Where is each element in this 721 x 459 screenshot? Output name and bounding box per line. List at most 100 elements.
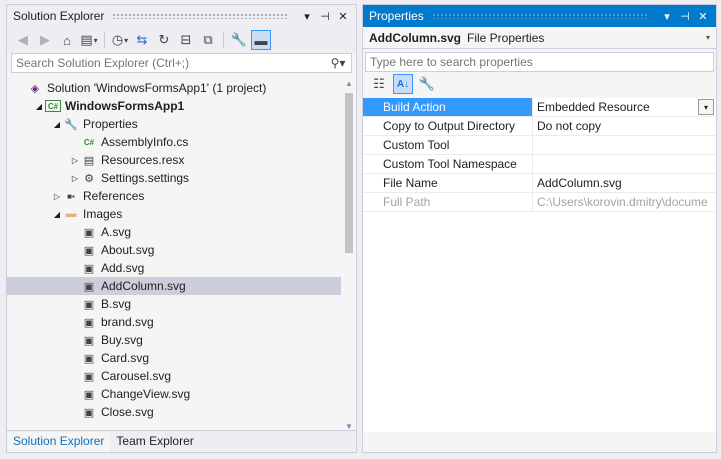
object-selector[interactable]: AddColumn.svg File Properties ▾ xyxy=(363,27,716,49)
alphabetical-sort-icon[interactable]: A↓ xyxy=(393,74,413,94)
image-file-icon: ▣ xyxy=(83,262,95,275)
close-icon[interactable]: ✕ xyxy=(336,10,350,23)
property-name[interactable]: Copy to Output Directory xyxy=(363,117,533,135)
tree-item[interactable]: ▣ Carousel.svg xyxy=(7,367,341,385)
pending-changes-filter-button[interactable]: ◷ ▾ xyxy=(110,30,130,50)
object-type: File Properties xyxy=(467,30,545,45)
back-button[interactable]: ◀ xyxy=(13,30,33,50)
property-value-text: Do not copy xyxy=(537,119,602,133)
properties-titlebar[interactable]: Properties ▾ ⊣ ✕ xyxy=(363,5,716,27)
tree-item[interactable]: ▷ ▤ Resources.resx xyxy=(7,151,341,169)
scroll-up-icon[interactable]: ▲ xyxy=(342,79,356,88)
tab-team-explorer[interactable]: Team Explorer xyxy=(110,432,199,452)
categorized-view-icon[interactable]: ☷ xyxy=(369,74,389,94)
show-all-files-button[interactable]: ⧉ xyxy=(198,30,218,50)
collapse-arrow-icon[interactable]: ◢ xyxy=(33,102,45,111)
tree-item[interactable]: ◢ ▬ Images xyxy=(7,205,341,223)
property-pages-wrench-icon[interactable]: 🔧 xyxy=(417,74,437,94)
tree-item[interactable]: ▣ AddColumn.svg xyxy=(7,277,341,295)
property-value[interactable]: Embedded Resource ▾ xyxy=(533,98,716,116)
property-value[interactable] xyxy=(533,136,716,154)
chevron-down-icon[interactable]: ▾ xyxy=(706,33,710,42)
tree-item[interactable]: ▣ A.svg xyxy=(7,223,341,241)
image-file-icon: ▣ xyxy=(83,370,95,383)
property-name[interactable]: File Name xyxy=(363,174,533,192)
property-grid-empty-area xyxy=(363,212,716,432)
image-file-icon: ▣ xyxy=(83,298,95,311)
sync-with-active-document-button[interactable]: ⇆ xyxy=(132,30,152,50)
property-value: C:\Users\korovin.dmitry\docume xyxy=(533,193,716,211)
solution-search-input[interactable] xyxy=(12,54,325,72)
expand-arrow-icon[interactable]: ▷ xyxy=(69,156,81,165)
tree-item[interactable]: C# AssemblyInfo.cs xyxy=(7,133,341,151)
expand-arrow-icon[interactable]: ▷ xyxy=(69,174,81,183)
chevron-down-icon[interactable]: ▾ xyxy=(698,99,714,115)
switch-views-button[interactable]: ▤ ▾ xyxy=(79,30,99,50)
tree-item-label: Settings.settings xyxy=(101,171,190,185)
search-icon[interactable]: ⚲▾ xyxy=(325,56,351,70)
property-row[interactable]: Full Path C:\Users\korovin.dmitry\docume xyxy=(363,193,716,212)
tree-item-label: Add.svg xyxy=(101,261,145,275)
image-file-icon: ▣ xyxy=(83,352,95,365)
property-row[interactable]: Custom Tool xyxy=(363,136,716,155)
tree-item[interactable]: ▣ Add.svg xyxy=(7,259,341,277)
tree-item-label: Solution 'WindowsFormsApp1' (1 project) xyxy=(47,81,267,95)
refresh-button[interactable]: ↻ xyxy=(154,30,174,50)
csharp-project-icon: C# xyxy=(45,100,61,112)
property-value[interactable]: Do not copy xyxy=(533,117,716,135)
tree-item[interactable]: ▣ Close.svg xyxy=(7,403,341,421)
auto-hide-pin-icon[interactable]: ⊣ xyxy=(318,10,332,23)
window-position-dropdown-icon[interactable]: ▾ xyxy=(300,10,314,23)
tree-scrollbar[interactable]: ▲ ▼ xyxy=(342,79,356,431)
solution-explorer-titlebar[interactable]: Solution Explorer ▾ ⊣ ✕ xyxy=(7,5,356,27)
properties-search-input[interactable] xyxy=(366,53,713,71)
tree-item[interactable]: ▷ ⚙ Settings.settings xyxy=(7,169,341,187)
close-icon[interactable]: ✕ xyxy=(696,10,710,23)
properties-search-box[interactable] xyxy=(365,52,714,72)
collapse-arrow-icon[interactable]: ◢ xyxy=(51,210,63,219)
auto-hide-pin-icon[interactable]: ⊣ xyxy=(678,10,692,23)
property-value-text: C:\Users\korovin.dmitry\docume xyxy=(537,195,708,209)
tree-item[interactable]: ▣ ChangeView.svg xyxy=(7,385,341,403)
property-row[interactable]: Build Action Embedded Resource ▾ xyxy=(363,98,716,117)
tree-item-label: Resources.resx xyxy=(101,153,185,167)
tree-item-label: AddColumn.svg xyxy=(101,279,186,293)
property-row[interactable]: Custom Tool Namespace xyxy=(363,155,716,174)
property-grid: Build Action Embedded Resource ▾ Copy to Ou… xyxy=(363,98,716,212)
tree-item[interactable]: ◢ C# WindowsFormsApp1 xyxy=(7,97,341,115)
home-button[interactable]: ⌂ xyxy=(57,30,77,50)
solution-search-box[interactable]: ⚲▾ xyxy=(11,53,352,73)
property-name[interactable]: Custom Tool Namespace xyxy=(363,155,533,173)
property-name[interactable]: Build Action xyxy=(363,98,533,116)
tree-item[interactable]: ▣ About.svg xyxy=(7,241,341,259)
drag-grip[interactable] xyxy=(431,13,648,19)
drag-grip[interactable] xyxy=(112,13,288,19)
tree-item[interactable]: ▣ Buy.svg xyxy=(7,331,341,349)
property-value-text: AddColumn.svg xyxy=(537,176,622,190)
tab-solution-explorer[interactable]: Solution Explorer xyxy=(7,432,111,452)
properties-wrench-button[interactable]: 🔧 xyxy=(229,30,249,50)
toolbar-separator xyxy=(104,32,105,48)
collapse-arrow-icon[interactable]: ◢ xyxy=(51,120,63,129)
scrollbar-thumb[interactable] xyxy=(345,93,353,253)
property-name[interactable]: Custom Tool xyxy=(363,136,533,154)
property-value[interactable]: AddColumn.svg xyxy=(533,174,716,192)
tree-item[interactable]: ◢ 🔧 Properties xyxy=(7,115,341,133)
window-position-dropdown-icon[interactable]: ▾ xyxy=(660,10,674,23)
collapse-all-button[interactable]: ⊟ xyxy=(176,30,196,50)
tree-item[interactable]: ▣ B.svg xyxy=(7,295,341,313)
tree-item[interactable]: ▣ brand.svg xyxy=(7,313,341,331)
properties-panel: Properties ▾ ⊣ ✕ AddColumn.svg File Prop… xyxy=(362,4,717,453)
property-name[interactable]: Full Path xyxy=(363,193,533,211)
tree-item[interactable]: ▷ ■▪ References xyxy=(7,187,341,205)
tree-item[interactable]: ◈ Solution 'WindowsFormsApp1' (1 project) xyxy=(7,79,341,97)
expand-arrow-icon[interactable]: ▷ xyxy=(51,192,63,201)
tree-item[interactable]: ▣ Card.svg xyxy=(7,349,341,367)
preview-selected-items-button[interactable]: ▬ xyxy=(251,30,271,50)
property-row[interactable]: File Name AddColumn.svg xyxy=(363,174,716,193)
forward-button[interactable]: ▶ xyxy=(35,30,55,50)
property-row[interactable]: Copy to Output Directory Do not copy xyxy=(363,117,716,136)
image-file-icon: ▣ xyxy=(83,316,95,329)
property-value[interactable] xyxy=(533,155,716,173)
property-value-text: Embedded Resource xyxy=(537,100,650,114)
